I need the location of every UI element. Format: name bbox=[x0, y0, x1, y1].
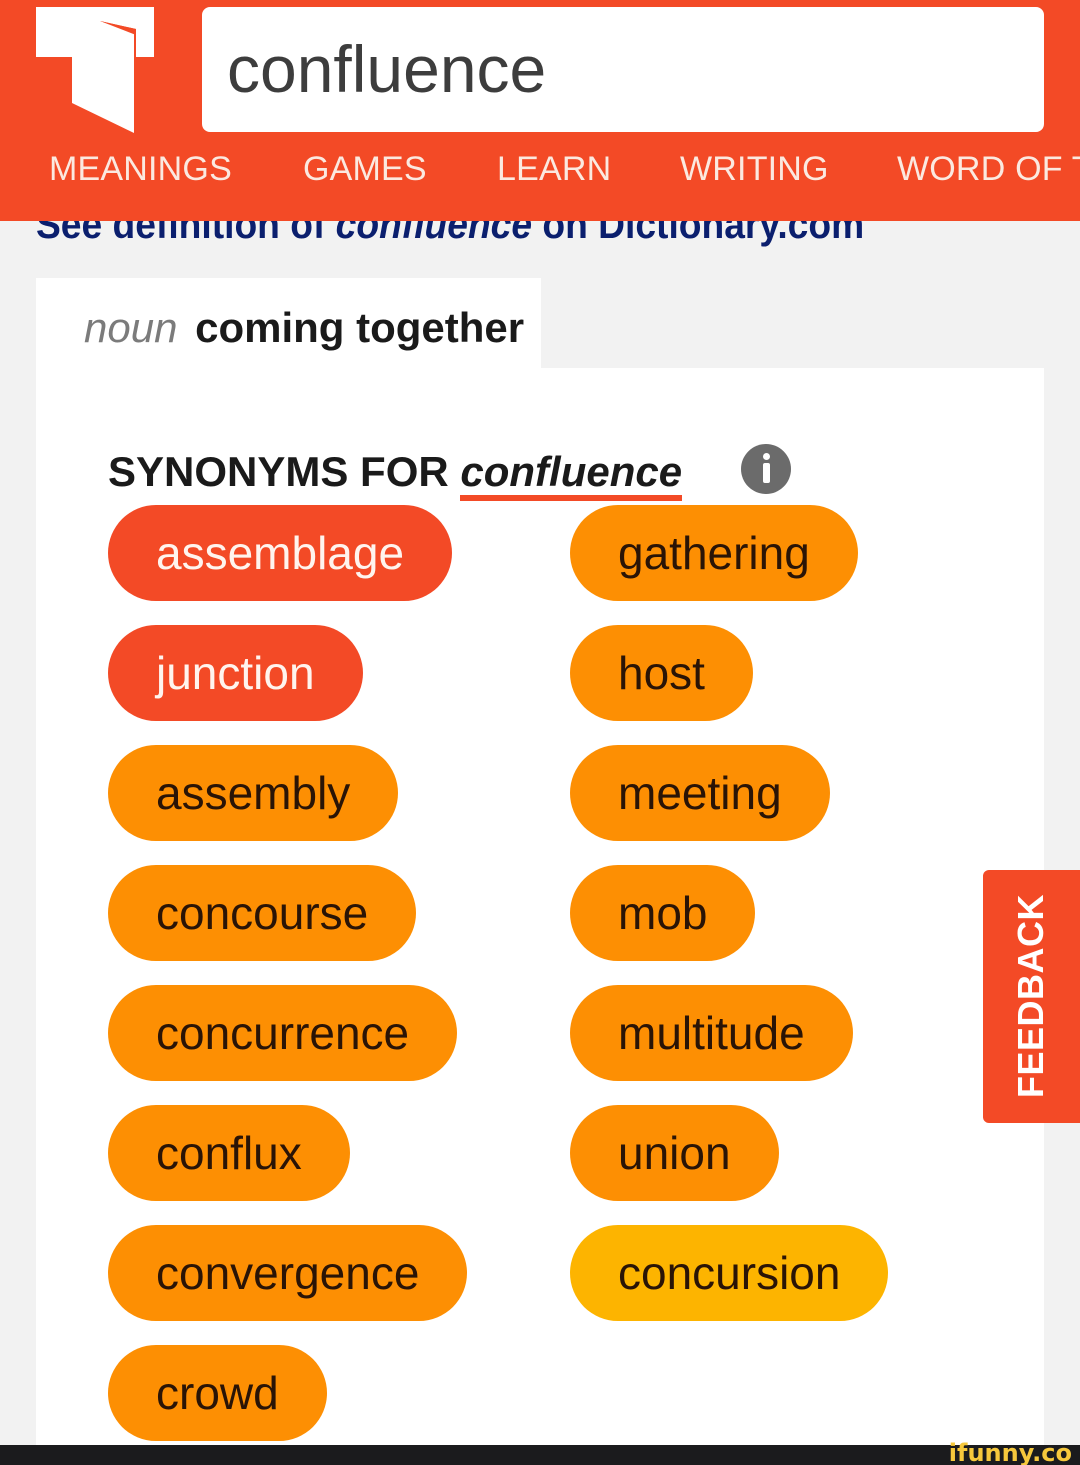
synonym-pill[interactable]: host bbox=[570, 625, 753, 721]
synonym-pill[interactable]: concourse bbox=[108, 865, 417, 961]
synonym-pill[interactable]: concurrence bbox=[108, 985, 458, 1081]
sense-tab[interactable]: noun coming together bbox=[36, 278, 541, 370]
nav-item-meanings[interactable]: MEANINGS bbox=[49, 150, 232, 189]
synonym-pill[interactable]: union bbox=[570, 1105, 779, 1201]
sense-definition: coming together bbox=[195, 304, 525, 351]
synonym-pill[interactable]: crowd bbox=[108, 1345, 327, 1441]
synonym-pill[interactable]: assemblage bbox=[108, 505, 453, 601]
synonym-pill[interactable]: gathering bbox=[570, 505, 858, 601]
info-icon[interactable] bbox=[741, 444, 791, 494]
synonym-pill[interactable]: junction bbox=[108, 625, 363, 721]
synonym-pill[interactable]: conflux bbox=[108, 1105, 350, 1201]
search-input[interactable] bbox=[227, 7, 907, 132]
synonym-pill[interactable]: multitude bbox=[570, 985, 853, 1081]
synonyms-heading-word[interactable]: confluence bbox=[460, 448, 683, 501]
thesaurus-logo-icon[interactable] bbox=[36, 7, 154, 133]
sense-label: noun coming together bbox=[84, 304, 524, 352]
feedback-label: FEEDBACK bbox=[1010, 893, 1051, 1099]
page: MEANINGS GAMES LEARN WRITING WORD OF T S… bbox=[0, 0, 1080, 1465]
synonyms-heading-prefix: SYNONYMS FOR bbox=[108, 448, 461, 495]
synonym-pill[interactable]: concursion bbox=[570, 1225, 889, 1321]
search-box bbox=[202, 7, 1044, 132]
nav-item-learn[interactable]: LEARN bbox=[497, 150, 611, 189]
header: MEANINGS GAMES LEARN WRITING WORD OF T bbox=[0, 0, 1080, 221]
nav-bar: MEANINGS GAMES LEARN WRITING WORD OF T bbox=[0, 150, 1080, 205]
watermark-bar: ifunny.co bbox=[0, 1439, 1080, 1465]
synonym-pill[interactable]: mob bbox=[570, 865, 756, 961]
nav-item-games[interactable]: GAMES bbox=[303, 150, 427, 189]
part-of-speech: noun bbox=[84, 304, 178, 351]
synonym-pill[interactable]: assembly bbox=[108, 745, 399, 841]
synonyms-card: SYNONYMS FOR confluence assemblage juncti… bbox=[36, 368, 1044, 1445]
synonym-pill[interactable]: convergence bbox=[108, 1225, 468, 1321]
synonyms-heading: SYNONYMS FOR confluence bbox=[108, 448, 683, 501]
feedback-button[interactable]: FEEDBACK bbox=[983, 870, 1080, 1123]
synonym-pill[interactable]: meeting bbox=[570, 745, 830, 841]
ifunny-watermark: ifunny.co bbox=[948, 1439, 1072, 1465]
nav-item-writing[interactable]: WRITING bbox=[680, 150, 829, 189]
nav-item-word-of-the-day[interactable]: WORD OF T bbox=[897, 150, 1080, 189]
